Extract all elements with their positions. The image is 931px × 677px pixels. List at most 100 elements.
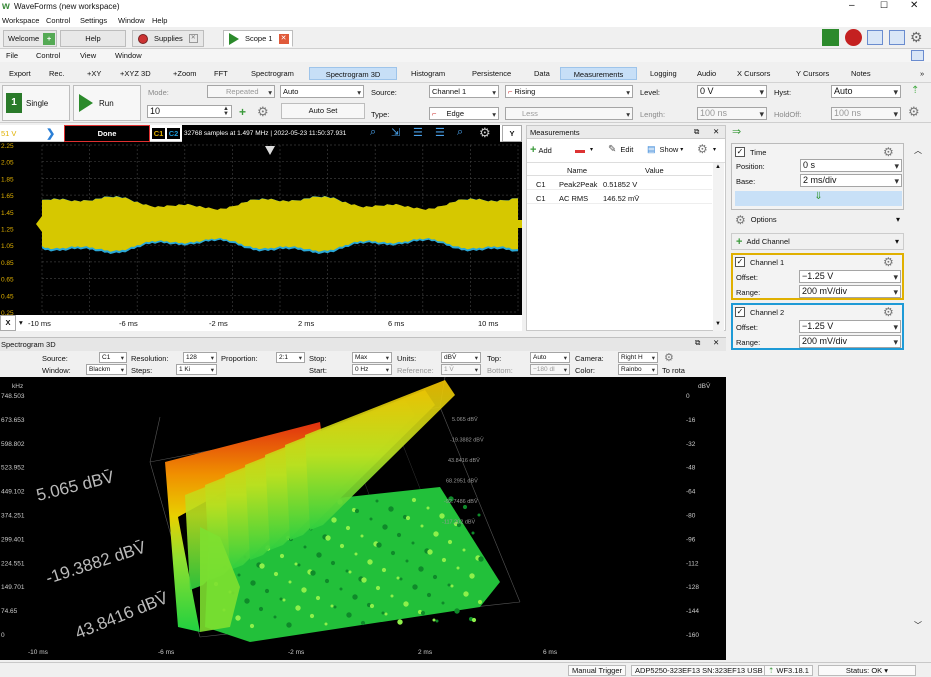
export-button[interactable]: Export (7, 67, 33, 80)
minimize-icon[interactable]: – (849, 0, 855, 11)
trigger-type-select[interactable]: ⌐ Edge ▾ (429, 107, 499, 120)
proportion-select[interactable]: 2:1 ▾ (276, 352, 305, 363)
persistence-button[interactable]: Persistence (470, 67, 513, 80)
tab-scope-1[interactable]: Scope 1 ✕ (223, 30, 293, 47)
color-select[interactable]: Rainbo ▾ (618, 364, 658, 375)
spectrogram-3d-plot[interactable]: kHz dBV̄ 748.503 673.653 598.802 523.952 449.1… (0, 377, 726, 660)
window-layout-icon[interactable] (867, 30, 883, 45)
edge-direction-select[interactable]: ⌐ Rising ▾ (505, 85, 633, 98)
channel-2-badge[interactable]: C2 (167, 128, 180, 139)
fft-button[interactable]: FFT (212, 67, 230, 80)
panel-layout-icon[interactable] (911, 50, 924, 61)
settings-gear-icon[interactable]: ⚙ (257, 104, 269, 120)
chevron-down-icon[interactable]: ▾ (713, 146, 716, 153)
hysteresis-input[interactable]: Auto ▾ (831, 85, 901, 98)
connection-status[interactable]: Status: OK ▾ (818, 665, 916, 676)
tab-supplies[interactable]: Supplies ✕ (132, 30, 204, 47)
chevron-down-icon[interactable]: ▾ (19, 318, 23, 327)
trigger-status[interactable]: Manual Trigger (568, 665, 627, 676)
close-tab-icon[interactable]: ✕ (188, 34, 198, 43)
top-select[interactable]: Auto ▾ (530, 352, 570, 363)
menu-control[interactable]: Control (36, 51, 60, 60)
length-input[interactable]: 100 ns ▾ (697, 107, 767, 120)
data-button[interactable]: Data (532, 67, 552, 80)
settings-gear-icon[interactable]: ⚙ (883, 145, 894, 159)
measurements-button[interactable]: Measurements (560, 67, 637, 80)
steps-select[interactable]: 1 Ki ▾ (176, 364, 217, 375)
channel-2-offset-input[interactable]: −1.25 V ▾ (799, 320, 901, 333)
audio-button[interactable]: Audio (695, 67, 718, 80)
mode-select[interactable]: Repeated ▾ (207, 85, 275, 98)
add-tab-icon[interactable]: + (43, 32, 56, 45)
magnifier-icon[interactable]: ⌕ (457, 126, 463, 139)
x-axis-button[interactable]: X (0, 315, 16, 331)
settings-gear-icon[interactable]: ⚙ (664, 351, 674, 364)
add-zoom-button[interactable]: +Zoom (171, 67, 199, 80)
settings-gear-icon[interactable]: ⚙ (883, 255, 894, 269)
close-icon[interactable]: ✕ (713, 127, 719, 136)
bottom-select[interactable]: −180 dI ▾ (530, 364, 570, 375)
options-button[interactable]: ⚙ Options ▾ (731, 211, 904, 228)
menu-settings[interactable]: Settings (80, 16, 107, 25)
add-measurement-button[interactable]: + Add (530, 144, 552, 156)
menu-control[interactable]: Control (46, 16, 70, 25)
spectrogram-button[interactable]: Spectrogram (249, 67, 296, 80)
float-icon[interactable]: ⧉ (695, 338, 700, 348)
histogram-button[interactable]: Histogram (409, 67, 447, 80)
logging-button[interactable]: Logging (648, 67, 679, 80)
edit-measurement-button[interactable]: ✎ Edit (608, 144, 633, 155)
close-tab-icon[interactable]: ✕ (278, 33, 289, 44)
channel-1-range-input[interactable]: 200 mV/div ▾ (799, 285, 901, 298)
camera-select[interactable]: Right H ▾ (618, 352, 658, 363)
source-select[interactable]: C1 ▾ (99, 352, 127, 363)
y-cursors-button[interactable]: Y Cursors (794, 67, 831, 80)
run-all-icon[interactable] (822, 29, 839, 46)
acquisition-count-input[interactable]: 10 ▲ ▼ (147, 105, 232, 118)
x-cursors-button[interactable]: X Cursors (735, 67, 772, 80)
units-select[interactable]: dBV̄ ▾ (441, 352, 481, 363)
time-position-input[interactable]: 0 s ▾ (800, 159, 902, 172)
record-button[interactable]: Rec. (47, 67, 66, 80)
level-input[interactable]: 0 V ▾ (697, 85, 767, 98)
reference-select[interactable]: 1 V̄ ▾ (441, 364, 481, 375)
stop-select[interactable]: Max ▾ (352, 352, 392, 363)
menu-workspace[interactable]: Workspace (2, 16, 39, 25)
close-icon[interactable]: ✕ (713, 338, 719, 347)
run-button[interactable]: Run (73, 85, 141, 121)
start-select[interactable]: 0 Hz ▾ (352, 364, 392, 375)
device-status[interactable]: ADP5250-323EF13 SN:323EF13 USB (631, 665, 767, 676)
channel-2-range-input[interactable]: 200 mV/div ▾ (799, 335, 901, 348)
zoom-icon[interactable]: ⌕ (370, 126, 376, 139)
align-icon[interactable]: ☰ (413, 126, 423, 139)
single-button[interactable]: 1 Single (2, 85, 70, 121)
more-chevron-icon[interactable]: » (918, 67, 926, 80)
add-xyz3d-button[interactable]: +XYZ 3D (118, 67, 153, 80)
menu-window[interactable]: Window (118, 16, 145, 25)
settings-gear-icon[interactable]: ⚙ (479, 125, 491, 141)
close-window-icon[interactable]: ✕ (910, 0, 918, 11)
channel-2-checkbox[interactable]: ✓ (735, 307, 745, 317)
settings-gear-icon[interactable]: ⚙ (910, 30, 927, 46)
settings-gear-icon[interactable]: ⚙ (883, 305, 894, 319)
dock-icon[interactable] (889, 30, 905, 45)
chevron-down-icon[interactable]: ﹀ (914, 620, 922, 631)
add-channel-button[interactable]: + Add Channel ▾ (731, 233, 904, 250)
tab-welcome[interactable]: Welcome + (3, 30, 57, 47)
holdoff-input[interactable]: 100 ns ▾ (831, 107, 901, 120)
spectrogram-3d-button[interactable]: Spectrogram 3D (309, 67, 397, 80)
trigger-source-select[interactable]: Channel 1 ▾ (429, 85, 499, 98)
y-axis-button[interactable]: Y (502, 125, 522, 142)
time-base-input[interactable]: 2 ms/div ▾ (800, 174, 902, 187)
scope-plot[interactable]: 2.25 2.05 1.85 1.65 1.45 1.25 1.05 0.85 0.65 0.45… (0, 142, 522, 315)
auto-select[interactable]: Auto ▾ (280, 85, 364, 98)
maximize-icon[interactable]: ☐ (880, 0, 888, 11)
channel-1-badge[interactable]: C1 (152, 128, 165, 139)
stop-all-icon[interactable] (845, 29, 862, 46)
resolution-select[interactable]: 128 ▾ (183, 352, 217, 363)
add-xy-button[interactable]: +XY (85, 67, 103, 80)
menu-help[interactable]: Help (152, 16, 167, 25)
arrow-right-icon[interactable]: ⇒ (732, 125, 741, 138)
arrow-up-icon[interactable]: ⇡ (911, 85, 919, 96)
tab-help[interactable]: Help (60, 30, 126, 47)
float-icon[interactable]: ⧉ (694, 127, 699, 137)
